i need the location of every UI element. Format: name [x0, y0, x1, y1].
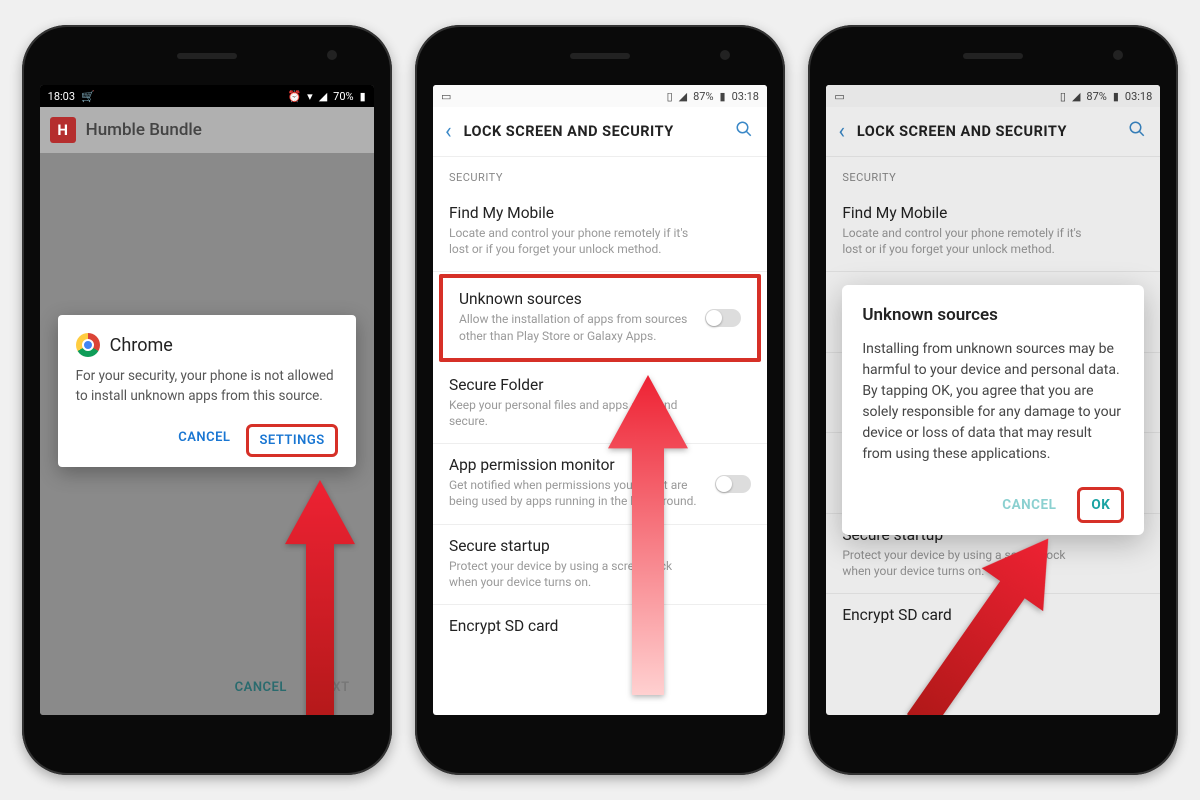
toggle-switch[interactable]	[715, 475, 751, 493]
status-bar: ▭ ▯ ◢ 87% ▮ 03:18	[826, 85, 1160, 107]
phone-camera	[720, 50, 730, 60]
dialog-title: Unknown sources	[862, 305, 1124, 325]
notif-icon: ▭	[441, 90, 451, 103]
phone-frame-3: ▭ ▯ ◢ 87% ▮ 03:18 ‹ LOCK SCREEN AND SECU…	[808, 25, 1178, 775]
section-header: SECURITY	[433, 157, 767, 192]
search-icon[interactable]	[727, 120, 761, 143]
setting-item-encrypt-sd-card: Encrypt SD card	[826, 594, 1160, 641]
chrome-security-dialog: Chrome For your security, your phone is …	[58, 315, 356, 467]
battery-text: 87%	[1086, 90, 1106, 103]
dialog-message: For your security, your phone is not all…	[76, 367, 338, 406]
sim-icon: ▯	[667, 90, 673, 103]
signal-icon: ◢	[679, 90, 687, 103]
settings-button[interactable]: SETTINGS	[246, 424, 337, 457]
setting-desc: Get notified when permissions you select…	[449, 477, 751, 509]
alarm-icon: ⏰	[287, 90, 301, 103]
signal-icon: ◢	[319, 90, 327, 103]
setting-title: Encrypt SD card	[842, 606, 1144, 624]
setting-item-find-my-mobile: Find My Mobile Locate and control your ph…	[826, 192, 1160, 271]
setting-title: Find My Mobile	[842, 204, 1144, 222]
setting-item-unknown-sources[interactable]: Unknown sources Allow the installation of…	[443, 278, 757, 357]
phone-camera	[1113, 50, 1123, 60]
app-bar-title: LOCK SCREEN AND SECURITY	[857, 123, 1114, 140]
setting-item-app-permission-monitor[interactable]: App permission monitor Get notified when …	[433, 444, 767, 523]
setting-item-secure-startup[interactable]: Secure startup Protect your device by usi…	[433, 525, 767, 604]
dialog-message: Installing from unknown sources may be h…	[862, 339, 1124, 465]
phone-screen-1: 18:03 🛒 ⏰ ▾ ◢ 70% ▮ H Humble Bundle Chro…	[40, 85, 374, 715]
status-time: 03:18	[732, 90, 759, 103]
back-button[interactable]: ‹	[832, 119, 851, 144]
setting-item-find-my-mobile[interactable]: Find My Mobile Locate and control your ph…	[433, 192, 767, 271]
settings-app-bar: ‹ LOCK SCREEN AND SECURITY	[433, 107, 767, 157]
app-bar-title: Humble Bundle	[86, 120, 202, 140]
sim-icon: ▯	[1060, 90, 1066, 103]
setting-title: Unknown sources	[459, 290, 741, 308]
back-button[interactable]: ‹	[439, 119, 458, 144]
cancel-button[interactable]: CANCEL	[168, 424, 240, 457]
setting-desc: Keep your personal files and apps safe a…	[449, 397, 751, 429]
app-bar: H Humble Bundle	[40, 107, 374, 153]
setting-desc: Protect your device by using a screen lo…	[842, 547, 1144, 579]
bottom-cancel-button[interactable]: CANCEL	[235, 680, 287, 695]
dialog-title: Chrome	[110, 335, 173, 356]
setting-desc: Allow the installation of apps from sour…	[459, 311, 741, 343]
chrome-icon	[76, 333, 100, 357]
unknown-sources-dialog: Unknown sources Installing from unknown …	[842, 285, 1144, 535]
cart-icon: 🛒	[81, 90, 95, 103]
battery-text: 87%	[693, 90, 713, 103]
ok-button[interactable]: OK	[1077, 487, 1124, 523]
phone-screen-2: ▭ ▯ ◢ 87% ▮ 03:18 ‹ LOCK SCREEN AND SECU…	[433, 85, 767, 715]
cancel-button[interactable]: CANCEL	[991, 490, 1067, 520]
setting-title: Encrypt SD card	[449, 617, 751, 635]
setting-desc: Locate and control your phone remotely i…	[842, 225, 1144, 257]
battery-text: 70%	[333, 90, 353, 103]
setting-item-encrypt-sd-card[interactable]: Encrypt SD card	[433, 605, 767, 652]
bottom-action-row: CANCEL NEXT	[235, 680, 350, 695]
setting-item-secure-folder[interactable]: Secure Folder Keep your personal files an…	[433, 364, 767, 443]
settings-app-bar: ‹ LOCK SCREEN AND SECURITY	[826, 107, 1160, 157]
phone-speaker	[570, 53, 630, 59]
battery-icon: ▮	[360, 90, 366, 103]
phone-speaker	[963, 53, 1023, 59]
settings-list[interactable]: Find My Mobile Locate and control your ph…	[433, 192, 767, 652]
status-time: 03:18	[1125, 90, 1152, 103]
signal-icon: ◢	[1072, 90, 1080, 103]
toggle-switch[interactable]	[705, 309, 741, 327]
status-bar: ▭ ▯ ◢ 87% ▮ 03:18	[433, 85, 767, 107]
phone-speaker	[177, 53, 237, 59]
app-bar-title: LOCK SCREEN AND SECURITY	[464, 123, 721, 140]
status-bar: 18:03 🛒 ⏰ ▾ ◢ 70% ▮	[40, 85, 374, 107]
battery-icon: ▮	[720, 90, 726, 103]
phone-screen-3: ▭ ▯ ◢ 87% ▮ 03:18 ‹ LOCK SCREEN AND SECU…	[826, 85, 1160, 715]
setting-desc: Locate and control your phone remotely i…	[449, 225, 751, 257]
section-header: SECURITY	[826, 157, 1160, 192]
bottom-next-button: NEXT	[315, 680, 350, 695]
notif-icon: ▭	[834, 90, 844, 103]
setting-title: App permission monitor	[449, 456, 751, 474]
battery-icon: ▮	[1113, 90, 1119, 103]
phone-frame-2: ▭ ▯ ◢ 87% ▮ 03:18 ‹ LOCK SCREEN AND SECU…	[415, 25, 785, 775]
phone-frame-1: 18:03 🛒 ⏰ ▾ ◢ 70% ▮ H Humble Bundle Chro…	[22, 25, 392, 775]
setting-desc: Protect your device by using a screen lo…	[449, 558, 751, 590]
status-time: 18:03	[48, 90, 75, 103]
humble-bundle-icon: H	[50, 117, 76, 143]
wifi-icon: ▾	[307, 90, 313, 103]
phone-camera	[327, 50, 337, 60]
setting-title: Find My Mobile	[449, 204, 751, 222]
setting-title: Secure startup	[449, 537, 751, 555]
setting-title: Secure Folder	[449, 376, 751, 394]
search-icon[interactable]	[1120, 120, 1154, 143]
